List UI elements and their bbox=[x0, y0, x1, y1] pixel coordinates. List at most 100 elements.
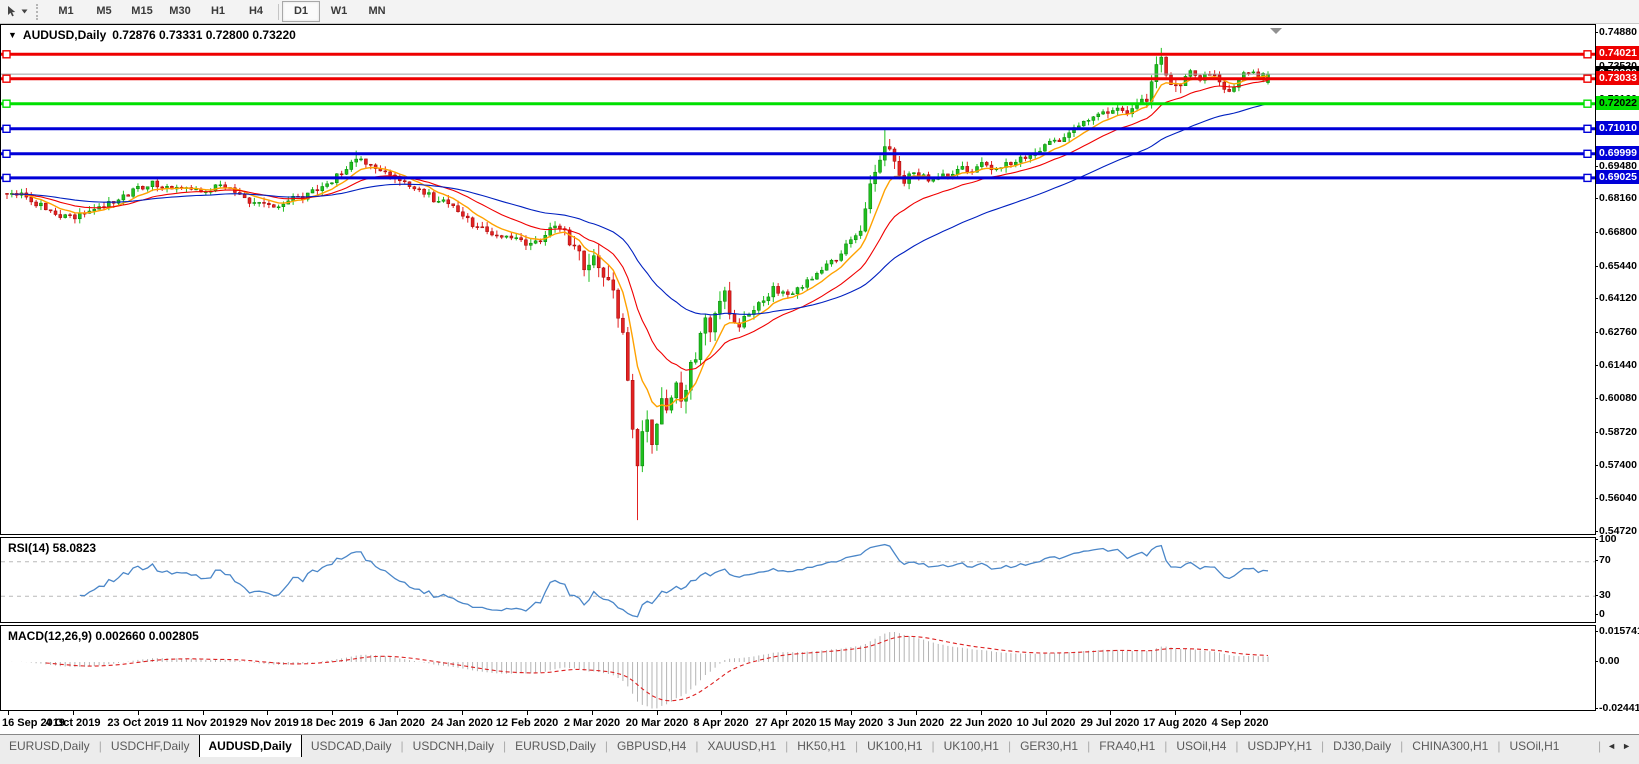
toolbar-separator bbox=[278, 4, 279, 20]
macd-plot[interactable] bbox=[1, 626, 1595, 710]
chart-tab-usoil-h4[interactable]: USOil,H4 bbox=[1167, 736, 1235, 757]
chart-shift-marker-icon[interactable] bbox=[1270, 28, 1282, 34]
chart-tab-usdjpy-h1[interactable]: USDJPY,H1 bbox=[1239, 736, 1321, 757]
ohlc-values: 0.72876 0.73331 0.72800 0.73220 bbox=[112, 28, 296, 42]
tab-scroll-arrows: | ◄ ► bbox=[1594, 735, 1639, 753]
chart-tab-xauusd-h1[interactable]: XAUUSD,H1 bbox=[698, 736, 785, 757]
chart-tab-uk100-h1[interactable]: UK100,H1 bbox=[858, 736, 931, 757]
date-tick bbox=[1110, 711, 1111, 715]
timeframe-button-mn[interactable]: MN bbox=[358, 1, 396, 22]
date-axis-label: 6 Jan 2020 bbox=[369, 717, 425, 729]
price-axis-label: 0.66800 bbox=[1599, 226, 1637, 238]
price-axis-label: 0.65440 bbox=[1599, 260, 1637, 272]
chart-tab-bar: EURUSD,Daily|USDCHF,DailyAUDUSD,DailyUSD… bbox=[0, 734, 1639, 764]
rsi-plot[interactable] bbox=[1, 538, 1595, 622]
hline-handle[interactable] bbox=[1584, 51, 1591, 58]
hline-price-badge: 0.69999 bbox=[1596, 146, 1639, 160]
rsi-label: RSI(14) 58.0823 bbox=[8, 541, 96, 555]
chart-tab-usoil-h1[interactable]: USOil,H1 bbox=[1500, 736, 1568, 757]
price-axis-label: 0.57400 bbox=[1599, 459, 1637, 471]
date-axis-label: 11 Nov 2019 bbox=[172, 717, 235, 729]
hline-handle[interactable] bbox=[3, 150, 10, 157]
hline-handle[interactable] bbox=[1584, 174, 1591, 181]
rsi-panel[interactable]: RSI(14) 58.0823 bbox=[0, 537, 1596, 623]
chart-tab-gbpusd-h4[interactable]: GBPUSD,H4 bbox=[608, 736, 695, 757]
symbol-period-label: AUDUSD,Daily bbox=[23, 28, 106, 42]
price-axis-label: 0.60080 bbox=[1599, 392, 1637, 404]
date-tick bbox=[592, 711, 593, 715]
date-tick bbox=[527, 711, 528, 715]
date-axis-label: 23 Oct 2019 bbox=[107, 717, 168, 729]
timeframe-button-h4[interactable]: H4 bbox=[237, 1, 275, 22]
price-axis: 0.748800.735200.721600.708400.694800.681… bbox=[1596, 24, 1639, 733]
date-axis-label: 29 Nov 2019 bbox=[235, 717, 299, 729]
macd-axis-label: 0.00 bbox=[1599, 655, 1619, 667]
price-axis-label: 0.74880 bbox=[1599, 26, 1637, 38]
chart-tab-fra40-h1[interactable]: FRA40,H1 bbox=[1090, 736, 1164, 757]
rsi-axis-label: 0 bbox=[1599, 608, 1605, 620]
chart-title: ▼ AUDUSD,Daily 0.72876 0.73331 0.72800 0… bbox=[8, 28, 296, 42]
timeframe-button-w1[interactable]: W1 bbox=[320, 1, 358, 22]
hline-handle[interactable] bbox=[3, 125, 10, 132]
hline-handle[interactable] bbox=[3, 100, 10, 107]
cursor-tool-button[interactable] bbox=[0, 2, 34, 22]
hline-price-badge: 0.71010 bbox=[1596, 121, 1639, 135]
date-tick bbox=[397, 711, 398, 715]
hline-handle[interactable] bbox=[1584, 150, 1591, 157]
hline-handle[interactable] bbox=[3, 174, 10, 181]
date-tick bbox=[267, 711, 268, 715]
timeframe-button-m30[interactable]: M30 bbox=[161, 1, 199, 22]
price-axis-label: 0.61440 bbox=[1599, 359, 1637, 371]
timeframe-button-h1[interactable]: H1 bbox=[199, 1, 237, 22]
date-axis: 16 Sep 20194 Oct 201923 Oct 201911 Nov 2… bbox=[0, 711, 1596, 734]
chart-tab-dj30-daily[interactable]: DJ30,Daily bbox=[1324, 736, 1400, 757]
chart-tab-eurusd-daily[interactable]: EURUSD,Daily bbox=[506, 736, 605, 757]
chart-tab-china300-h1[interactable]: CHINA300,H1 bbox=[1403, 736, 1497, 757]
date-axis-label: 27 Apr 2020 bbox=[755, 717, 816, 729]
hline-handle[interactable] bbox=[1584, 125, 1591, 132]
hline-handle[interactable] bbox=[3, 51, 10, 58]
rsi-axis-label: 100 bbox=[1599, 533, 1617, 545]
candlestick-chart[interactable] bbox=[1, 25, 1595, 534]
date-axis-label: 3 Jun 2020 bbox=[888, 717, 944, 729]
chart-tab-usdcnh-daily[interactable]: USDCNH,Daily bbox=[404, 736, 503, 757]
date-axis-label: 22 Jun 2020 bbox=[950, 717, 1012, 729]
macd-label: MACD(12,26,9) 0.002660 0.002805 bbox=[8, 629, 199, 643]
price-axis-label: 0.68160 bbox=[1599, 192, 1637, 204]
date-axis-label: 4 Oct 2019 bbox=[45, 717, 100, 729]
rsi-axis-label: 30 bbox=[1599, 589, 1611, 601]
date-tick bbox=[8, 711, 9, 715]
date-tick bbox=[332, 711, 333, 715]
timeframe-button-m5[interactable]: M5 bbox=[85, 1, 123, 22]
macd-axis-label: -0.024412 bbox=[1599, 702, 1639, 714]
chart-tab-ger30-h1[interactable]: GER30,H1 bbox=[1011, 736, 1087, 757]
chart-tab-eurusd-daily[interactable]: EURUSD,Daily bbox=[0, 736, 99, 757]
date-axis-label: 17 Aug 2020 bbox=[1143, 717, 1207, 729]
timeframe-button-m15[interactable]: M15 bbox=[123, 1, 161, 22]
timeframe-button-d1[interactable]: D1 bbox=[282, 1, 320, 22]
rsi-line bbox=[80, 545, 1268, 617]
date-axis-label: 20 Mar 2020 bbox=[626, 717, 688, 729]
rsi-axis-label: 70 bbox=[1599, 554, 1611, 566]
hline-handle[interactable] bbox=[1584, 75, 1591, 82]
date-tick bbox=[721, 711, 722, 715]
timeframe-button-m1[interactable]: M1 bbox=[47, 1, 85, 22]
price-axis-label: 0.64120 bbox=[1599, 292, 1637, 304]
chart-tab-hk50-h1[interactable]: HK50,H1 bbox=[788, 736, 855, 757]
hline-price-badge: 0.74021 bbox=[1596, 46, 1639, 60]
date-tick bbox=[851, 711, 852, 715]
chart-tab-audusd-daily[interactable]: AUDUSD,Daily bbox=[199, 735, 302, 757]
tab-scroll-left-button[interactable]: ◄ bbox=[1607, 741, 1616, 751]
price-chart-panel[interactable]: ▼ AUDUSD,Daily 0.72876 0.73331 0.72800 0… bbox=[0, 24, 1596, 535]
macd-panel[interactable]: MACD(12,26,9) 0.002660 0.002805 bbox=[0, 625, 1596, 711]
price-axis-label: 0.58720 bbox=[1599, 426, 1637, 438]
chart-tab-usdcad-daily[interactable]: USDCAD,Daily bbox=[302, 736, 401, 757]
date-tick bbox=[203, 711, 204, 715]
chart-tab-usdchf-daily[interactable]: USDCHF,Daily bbox=[102, 736, 199, 757]
date-tick bbox=[462, 711, 463, 715]
chart-tab-uk100-h1[interactable]: UK100,H1 bbox=[935, 736, 1008, 757]
tab-scroll-right-button[interactable]: ► bbox=[1622, 741, 1631, 751]
collapse-chart-icon[interactable]: ▼ bbox=[8, 30, 17, 40]
hline-handle[interactable] bbox=[1584, 100, 1591, 107]
hline-handle[interactable] bbox=[3, 75, 10, 82]
